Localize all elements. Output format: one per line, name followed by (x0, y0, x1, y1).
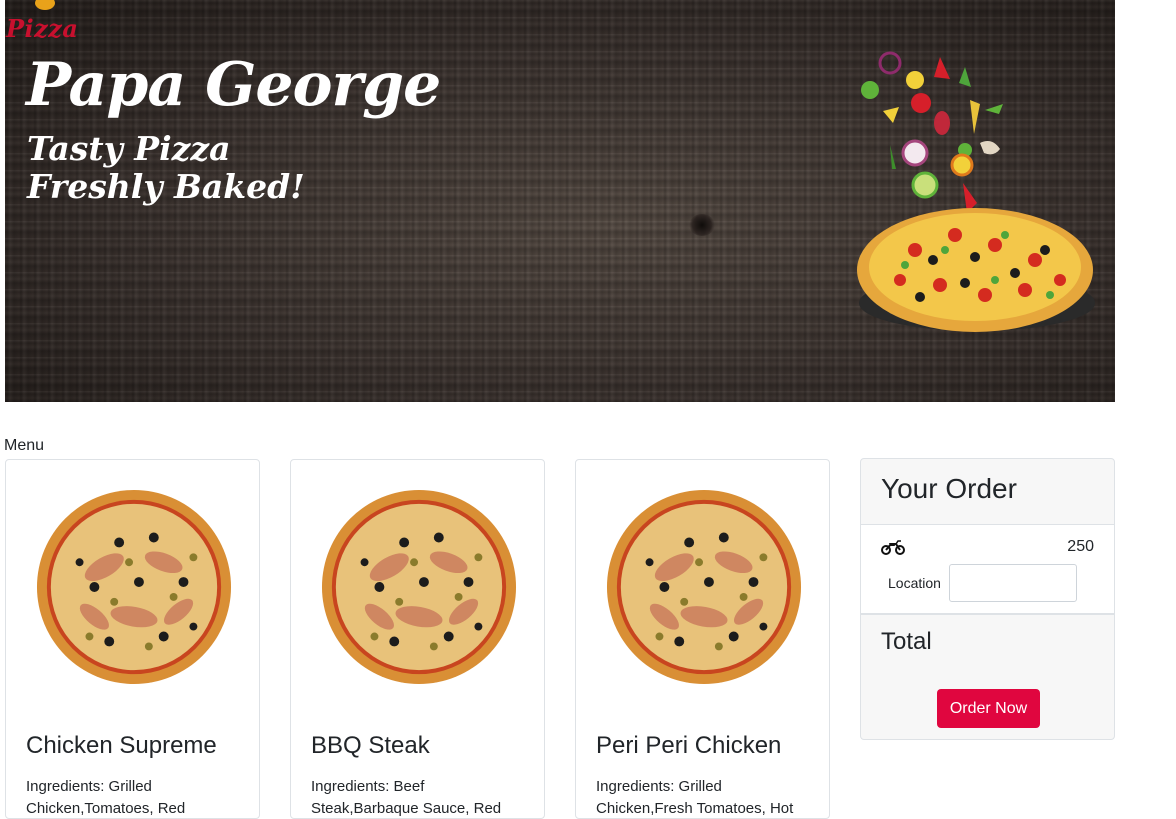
pizza-image (321, 489, 517, 685)
order-panel: Your Order 250 Location Total Order Now (860, 458, 1115, 740)
order-title: Your Order (881, 473, 1017, 504)
menu-card[interactable]: BBQ Steak Ingredients: Beef Steak,Barbaq… (290, 459, 545, 819)
delivery-amount: 250 (1067, 538, 1094, 555)
menu-item-ingredients: Ingredients: Grilled Chicken,Tomatoes, R… (26, 778, 186, 817)
hero-tagline: Tasty Pizza Freshly Baked! (27, 130, 305, 206)
order-now-button[interactable]: Order Now (937, 689, 1040, 728)
menu-item-ingredients: Ingredients: Grilled Chicken,Fresh Tomat… (596, 778, 794, 817)
pizza-logo[interactable]: Pizza (5, 0, 79, 43)
menu-card[interactable]: Peri Peri Chicken Ingredients: Grilled C… (575, 459, 830, 819)
logo-emblem-icon (35, 0, 55, 10)
tagline-line-2: Freshly Baked! (27, 167, 305, 206)
wood-knot (689, 214, 715, 236)
brand-title: Papa George (26, 50, 441, 120)
pizza-image (36, 489, 232, 685)
menu-item-title: Chicken Supreme (26, 732, 217, 759)
menu-item-title: BBQ Steak (311, 732, 430, 759)
motorcycle-icon (881, 540, 905, 555)
pizza-image (606, 489, 802, 685)
menu-heading: Menu (4, 437, 45, 454)
total-label: Total (881, 628, 932, 655)
tagline-line-1: Tasty Pizza (27, 129, 231, 168)
location-input[interactable] (949, 564, 1077, 602)
menu-item-title: Peri Peri Chicken (596, 732, 782, 759)
hero-banner: Pizza Papa George Tasty Pizza Freshly Ba… (5, 0, 1115, 402)
location-label: Location (888, 575, 941, 591)
menu-item-ingredients: Ingredients: Beef Steak,Barbaque Sauce, … (311, 778, 502, 817)
flying-pizza-image (857, 51, 1095, 332)
order-panel-body: 250 Location (861, 525, 1114, 615)
order-panel-header: Your Order (861, 459, 1114, 525)
menu-card[interactable]: Chicken Supreme Ingredients: Grilled Chi… (5, 459, 260, 819)
logo-text: Pizza (6, 14, 79, 43)
